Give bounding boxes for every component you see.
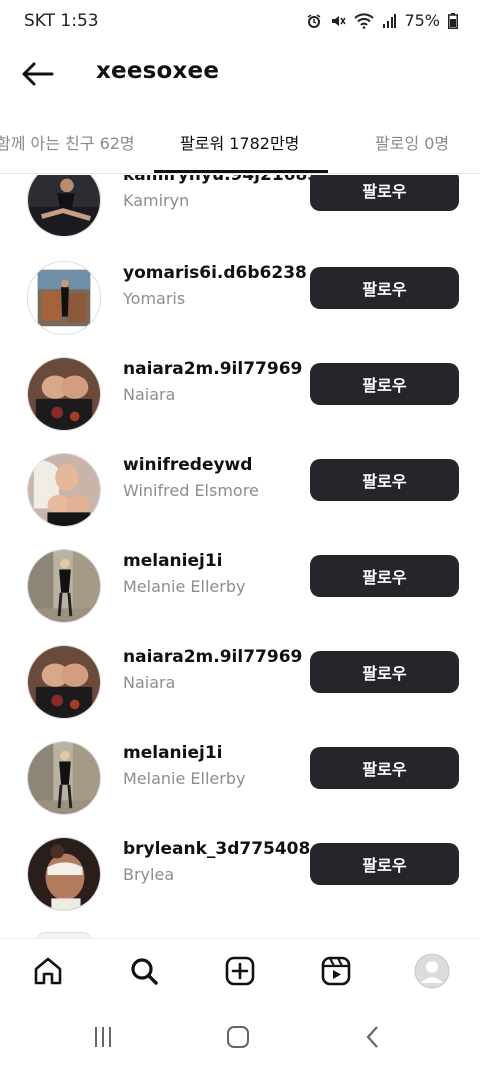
follower-name: Naiara	[123, 385, 176, 404]
list-item: naiara2m.9il77969 Naiara 팔로우	[0, 357, 480, 453]
follower-username[interactable]: naiara2m.9il77969	[123, 647, 302, 667]
avatar[interactable]	[27, 837, 101, 911]
top-bar: xeesoxee	[0, 48, 480, 100]
home-icon[interactable]	[30, 953, 66, 989]
wifi-icon	[354, 12, 375, 29]
avatar[interactable]	[27, 261, 101, 335]
list-item: naiara2m.9il77969 Naiara 팔로우	[0, 645, 480, 741]
avatar[interactable]	[27, 549, 101, 623]
back-icon[interactable]	[358, 1022, 388, 1052]
recents-icon[interactable]	[88, 1022, 118, 1052]
avatar[interactable]	[27, 175, 101, 237]
follow-button[interactable]: 팔로우	[310, 267, 459, 309]
follower-name: Melanie Ellerby	[123, 769, 246, 788]
follower-username[interactable]: winifredeywd	[123, 455, 252, 475]
follow-button[interactable]: 팔로우	[310, 843, 459, 885]
follow-button[interactable]: 팔로우	[310, 651, 459, 693]
avatar[interactable]	[27, 453, 101, 527]
follow-button[interactable]: 팔로우	[310, 747, 459, 789]
follower-username[interactable]: melaniej1i	[123, 743, 223, 763]
follow-button[interactable]: 팔로우	[310, 555, 459, 597]
follower-name: Kamiryn	[123, 191, 190, 210]
follower-username[interactable]: naiara2m.9il77969	[123, 359, 302, 379]
active-tab-indicator	[154, 170, 328, 173]
avatar[interactable]	[27, 357, 101, 431]
reels-icon[interactable]	[318, 953, 354, 989]
avatar[interactable]	[27, 645, 101, 719]
list-item: melaniej1i Melanie Ellerby 팔로우	[0, 741, 480, 837]
follower-name: Yomaris	[123, 289, 186, 308]
list-item: melaniej1i Melanie Ellerby 팔로우	[0, 549, 480, 645]
follower-username[interactable]: melaniej1i	[123, 551, 223, 571]
follow-tabs: 함께 아는 친구 62명 팔로워 1782만명 팔로잉 0명	[0, 120, 480, 174]
follower-username[interactable]: kamirynyu.94j21683	[123, 175, 319, 185]
follower-name: Melanie Ellerby	[123, 577, 246, 596]
follow-button[interactable]: 팔로우	[310, 459, 459, 501]
follow-button[interactable]: 팔로우	[310, 363, 459, 405]
tab-following[interactable]: 팔로잉 0명	[375, 130, 449, 154]
list-item: winifredeywd Winifred Elsmore 팔로우	[0, 453, 480, 549]
signal-icon	[382, 13, 397, 29]
battery-icon	[448, 12, 458, 29]
follower-name: Brylea	[123, 865, 175, 884]
list-item: yomaris6i.d6b6238 Yomaris 팔로우	[0, 261, 480, 357]
follower-username[interactable]: yomaris6i.d6b6238	[123, 263, 307, 283]
arrow-left-icon[interactable]	[20, 60, 56, 88]
list-item: bryleank_3d775408 Brylea 팔로우	[0, 837, 480, 933]
create-icon[interactable]	[222, 953, 258, 989]
home-button-icon[interactable]	[223, 1022, 253, 1052]
alarm-icon	[306, 13, 322, 29]
status-left: SKT 1:53	[24, 11, 99, 31]
clock: 1:53	[60, 11, 99, 31]
profile-username: xeesoxee	[96, 58, 220, 84]
avatar[interactable]	[27, 741, 101, 815]
status-right: 75%	[306, 11, 458, 30]
system-navigation	[0, 1004, 480, 1067]
mute-icon	[330, 13, 347, 29]
tab-followers[interactable]: 팔로워 1782만명	[180, 130, 299, 154]
follower-name: Winifred Elsmore	[123, 481, 259, 500]
search-icon[interactable]	[126, 953, 162, 989]
carrier-label: SKT	[24, 11, 56, 31]
tab-mutual-friends[interactable]: 함께 아는 친구 62명	[0, 130, 135, 154]
follow-button[interactable]: 팔로우	[310, 175, 459, 211]
bottom-navigation	[0, 938, 480, 1004]
battery-label: 75%	[404, 11, 440, 30]
profile-icon[interactable]	[414, 953, 450, 989]
follower-list[interactable]: kamirynyu.94j21683 Kamiryn 팔로우 yomaris6i…	[0, 175, 480, 938]
status-bar: SKT 1:53 75%	[0, 0, 480, 44]
list-item: kamirynyu.94j21683 Kamiryn 팔로우	[0, 175, 480, 259]
follower-username[interactable]: bryleank_3d775408	[123, 839, 310, 859]
follower-name: Naiara	[123, 673, 176, 692]
